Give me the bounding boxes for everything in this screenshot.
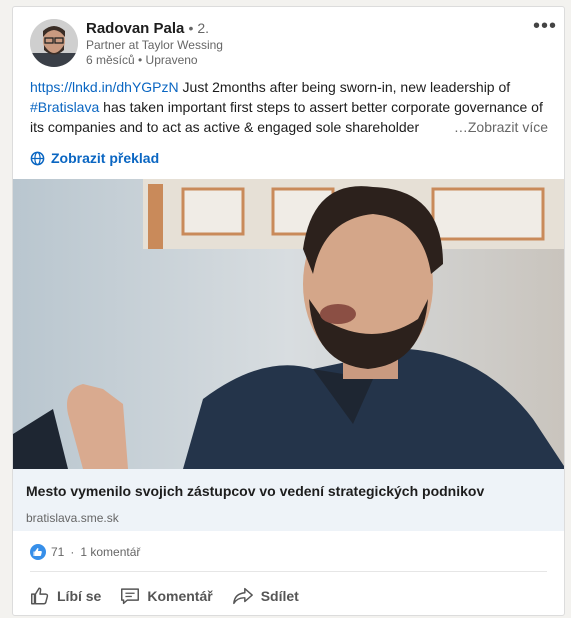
connection-degree: • 2.	[188, 20, 210, 36]
hashtag-link[interactable]: #Bratislava	[30, 99, 99, 115]
article-info[interactable]: Mesto vymenilo svojich zástupcov vo vede…	[13, 469, 564, 531]
author-headline: Partner at Taylor Wessing	[86, 38, 223, 52]
more-options-icon[interactable]: •••	[530, 16, 560, 39]
comment-icon	[121, 588, 140, 605]
like-label: Líbí se	[57, 588, 102, 604]
globe-icon	[30, 151, 45, 165]
comment-button[interactable]: Komentář	[119, 585, 213, 607]
divider	[30, 571, 547, 572]
comment-label: Komentář	[147, 588, 213, 604]
like-reaction-icon[interactable]	[30, 544, 46, 560]
translate-label: Zobrazit překlad	[51, 150, 160, 166]
post-card: Radovan Pala • 2. Partner at Taylor Wess…	[12, 6, 565, 616]
post-text: https://lnkd.in/dhYGPzN Just 2months aft…	[30, 77, 550, 137]
like-button[interactable]: Líbí se	[29, 585, 101, 607]
post-header: Radovan Pala • 2. Partner at Taylor Wess…	[30, 16, 556, 69]
reaction-count[interactable]: 71	[51, 545, 64, 559]
share-label: Sdílet	[260, 588, 299, 604]
see-more-link[interactable]: …Zobrazit více	[447, 117, 550, 137]
author-name[interactable]: Radovan Pala	[86, 20, 184, 37]
article-source: bratislava.sme.sk	[26, 511, 119, 525]
avatar[interactable]	[30, 19, 78, 67]
article-title[interactable]: Mesto vymenilo svojich zástupcov vo vede…	[26, 481, 553, 501]
translate-button[interactable]: Zobrazit překlad	[30, 148, 159, 168]
action-bar: Líbí se Komentář Sdílet	[29, 581, 317, 611]
article-image[interactable]	[13, 179, 564, 469]
comment-count[interactable]: 1 komentář	[80, 545, 140, 559]
separator-dot: ·	[70, 545, 75, 559]
post-text-part1: Just 2months after being sworn-in, new l…	[178, 79, 511, 95]
share-button[interactable]: Sdílet	[231, 585, 299, 607]
share-icon	[232, 587, 253, 605]
author-meta: Radovan Pala • 2. Partner at Taylor Wess…	[86, 19, 223, 68]
post-time: 6 měsíců • Upraveno	[86, 53, 198, 67]
post-link[interactable]: https://lnkd.in/dhYGPzN	[30, 79, 179, 95]
social-counts: 71 · 1 komentář	[30, 543, 140, 561]
thumbs-up-icon	[31, 587, 49, 605]
